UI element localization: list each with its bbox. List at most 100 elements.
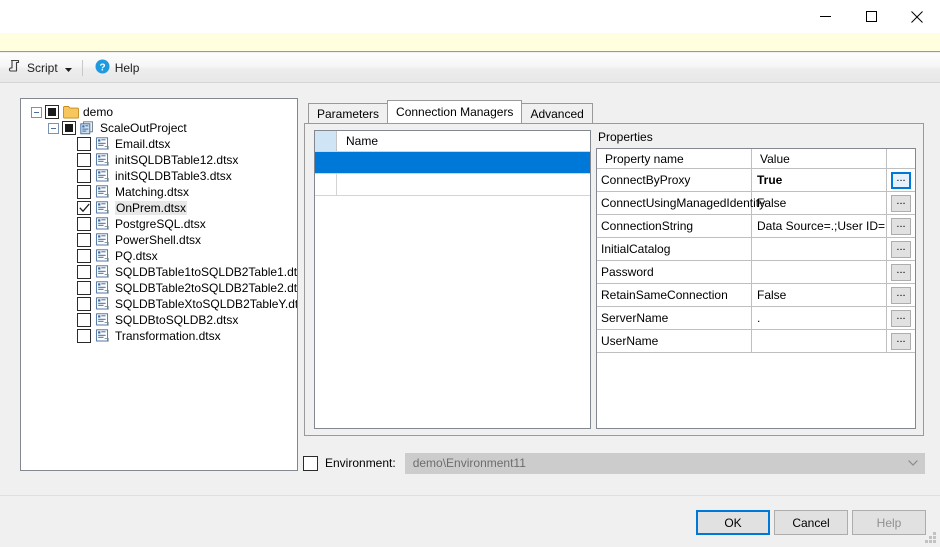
tree-node-checkbox[interactable] [77,313,91,327]
property-ellipsis-cell: ... [887,192,915,214]
tree-node-checkbox[interactable] [77,249,91,263]
tree-node-checkbox[interactable] [77,153,91,167]
toolbar: Script ? Help [0,53,940,83]
help-button-footer[interactable]: Help [852,510,926,535]
ssis-execute-package-dialog: Script ? Help demo ScaleOutProject Email.d… [0,0,940,547]
ellipsis-button[interactable]: ... [891,240,911,258]
connection-managers-grid[interactable]: Name [314,130,591,429]
property-row[interactable]: ConnectByProxy True... [597,169,915,192]
tree-node-label: ScaleOutProject [100,121,187,135]
tree-node-checkbox[interactable] [77,281,91,295]
tree-node[interactable]: SQLDBtoSQLDB2.dtsx [21,312,297,328]
help-circle-icon: ? [95,59,110,77]
connection-managers-header: Name [315,131,590,152]
minimize-button[interactable] [802,0,848,33]
row-selector-cell[interactable] [315,152,337,173]
tree-node-checkbox[interactable] [77,217,91,231]
tree-node[interactable]: demo [21,104,297,120]
grid-corner-cell[interactable] [315,131,337,151]
tree-node-checkbox[interactable] [77,329,91,343]
column-header-spacer [887,149,915,168]
property-value-cell[interactable] [752,261,887,283]
resize-grip[interactable] [924,531,937,544]
ellipsis-button[interactable]: ... [891,171,911,189]
column-header-value[interactable]: Value [752,149,887,168]
ellipsis-button[interactable]: ... [891,309,911,327]
tree-node-checkbox[interactable] [77,185,91,199]
connection-manager-row[interactable] [315,174,590,196]
property-row[interactable]: ConnectionString Data Source=.;User ID=..… [597,215,915,238]
script-label: Script [27,60,58,75]
maximize-button[interactable] [848,0,894,33]
tree-node[interactable]: PostgreSQL.dtsx [21,216,297,232]
connection-manager-name[interactable] [337,152,590,173]
tree-node-checkbox[interactable] [45,105,59,119]
property-row[interactable]: RetainSameConnection False... [597,284,915,307]
tab-connection-managers[interactable]: Connection Managers [387,100,523,123]
chevron-down-icon[interactable] [64,61,72,75]
property-row[interactable]: ServerName.... [597,307,915,330]
tree-node[interactable]: OnPrem.dtsx [21,200,297,216]
tree-node-checkbox[interactable] [77,233,91,247]
tree-node[interactable]: Matching.dtsx [21,184,297,200]
connection-manager-row[interactable] [315,152,590,174]
tree-node-checkbox[interactable] [77,265,91,279]
properties-grid[interactable]: Property name Value ConnectByProxy True..… [596,148,916,429]
property-value-cell[interactable] [752,238,887,260]
ok-button[interactable]: OK [696,510,770,535]
row-selector-cell[interactable] [315,174,337,195]
package-icon [95,201,115,215]
property-row[interactable]: UserName... [597,330,915,353]
property-value-cell[interactable]: False [752,192,887,214]
tree-node-checkbox[interactable] [77,137,91,151]
properties-title: Properties [598,130,653,144]
property-value-cell[interactable]: False [752,284,887,306]
tab-parameters[interactable]: Parameters [308,103,389,123]
script-button[interactable]: Script [4,57,78,79]
property-value-cell[interactable]: . [752,307,887,329]
tree-node[interactable]: initSQLDBTable12.dtsx [21,152,297,168]
tree-node-checkbox[interactable] [62,121,76,135]
tree-node-label: SQLDBTable2toSQLDB2Table2.dtsx [115,281,298,295]
column-header-property-name[interactable]: Property name [597,149,752,168]
ellipsis-button[interactable]: ... [891,332,911,350]
tree-node-checkbox[interactable] [77,169,91,183]
environment-select[interactable]: demo\Environment11 [404,452,925,474]
property-name-cell: ConnectByProxy [597,169,752,191]
tree-node-label: SQLDBTableXtoSQLDB2TableY.dtsx [115,297,298,311]
tree-node[interactable]: SQLDBTable1toSQLDB2Table1.dtsx [21,264,297,280]
property-row[interactable]: ConnectUsingManagedIdentity False... [597,192,915,215]
property-row[interactable]: Password... [597,261,915,284]
property-value-cell[interactable] [752,330,887,352]
ellipsis-button[interactable]: ... [891,217,911,235]
tree-node[interactable]: initSQLDBTable3.dtsx [21,168,297,184]
package-icon [95,185,115,199]
column-header-name[interactable]: Name [337,131,590,151]
property-ellipsis-cell: ... [887,307,915,329]
tree-node[interactable]: PQ.dtsx [21,248,297,264]
package-tree[interactable]: demo ScaleOutProject Email.dtsx initSQLDBTa… [20,98,298,471]
property-value-cell[interactable]: Data Source=.;User ID=... [752,215,887,237]
environment-checkbox[interactable] [303,455,318,471]
tree-node-checkbox[interactable] [77,297,91,311]
tree-node[interactable]: SQLDBTable2toSQLDB2Table2.dtsx [21,280,297,296]
collapse-icon[interactable] [48,122,59,134]
tree-node-checkbox[interactable] [77,201,91,215]
cancel-button[interactable]: Cancel [774,510,848,535]
ellipsis-button[interactable]: ... [891,286,911,304]
tab-advanced[interactable]: Advanced [521,103,593,123]
ellipsis-button[interactable]: ... [891,263,911,281]
ellipsis-button[interactable]: ... [891,194,911,212]
tree-node[interactable]: ScaleOutProject [21,120,297,136]
help-button[interactable]: ? Help [91,57,144,79]
tree-node[interactable]: Transformation.dtsx [21,328,297,344]
property-value-cell[interactable]: True [752,169,887,191]
collapse-icon[interactable] [31,106,42,118]
property-row[interactable]: InitialCatalog... [597,238,915,261]
window-controls [802,0,940,33]
tree-node[interactable]: SQLDBTableXtoSQLDB2TableY.dtsx [21,296,297,312]
connection-manager-name[interactable] [337,174,590,195]
tree-node[interactable]: Email.dtsx [21,136,297,152]
close-button[interactable] [894,0,940,33]
tree-node[interactable]: PowerShell.dtsx [21,232,297,248]
